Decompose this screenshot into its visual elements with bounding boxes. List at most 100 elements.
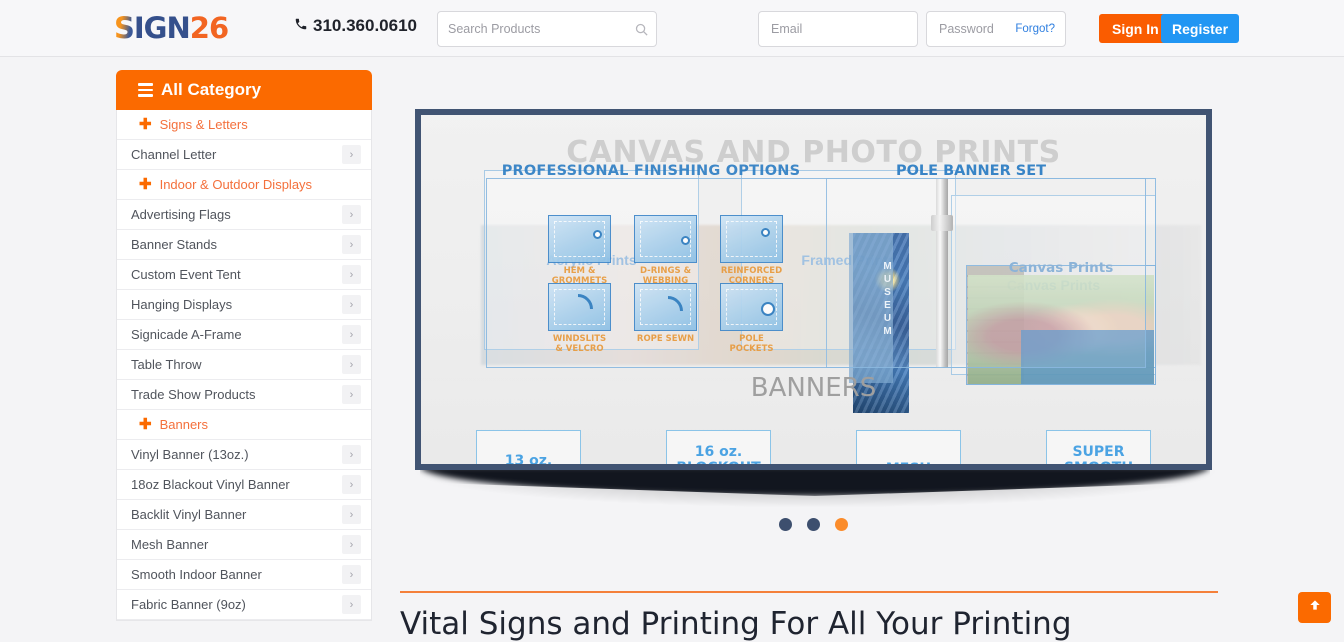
sidebar-item-mesh-banner[interactable]: Mesh Banner ›	[117, 530, 371, 560]
phone-icon	[294, 16, 308, 36]
chevron-right-icon[interactable]: ›	[342, 205, 361, 224]
sidebar-item-label: Channel Letter	[131, 147, 217, 162]
logo-letters-ign: IGN	[133, 11, 191, 45]
carousel-dot-2[interactable]	[807, 518, 820, 531]
scroll-to-top-button[interactable]	[1298, 592, 1331, 623]
sidebar-item-label: Smooth Indoor Banner	[131, 567, 262, 582]
logo-letter-s: S	[114, 11, 135, 45]
sidebar-item-label: Banner Stands	[131, 237, 218, 252]
search-box[interactable]	[437, 11, 657, 47]
pole-pockets-label: POLE POCKETS	[729, 334, 774, 354]
sidebar-item-banners[interactable]: ✚ Banners	[117, 410, 371, 440]
sidebar-item-vinyl-banner-13oz[interactable]: Vinyl Banner (13oz.) ›	[117, 440, 371, 470]
finishing-drings-webbing[interactable]: D-RINGS & WEBBING	[634, 215, 697, 286]
sidebar-item-label: Custom Event Tent	[131, 267, 241, 282]
arrow-up-icon	[1308, 598, 1322, 617]
hero-carousel[interactable]: CANVAS AND PHOTO PRINTS Acrylic Prints F…	[415, 109, 1212, 470]
sidebar-item-18oz-blackout-vinyl-banner[interactable]: 18oz Blackout Vinyl Banner ›	[117, 470, 371, 500]
finishing-hem-grommets[interactable]: HEM & GROMMETS	[548, 215, 611, 286]
phone-number-text: 310.360.0610	[313, 16, 417, 35]
search-icon[interactable]	[626, 22, 656, 37]
search-input[interactable]	[438, 22, 626, 36]
site-logo[interactable]: SIGN26	[114, 11, 229, 45]
sidebar-item-label: Vinyl Banner (13oz.)	[131, 447, 249, 462]
section-divider	[400, 591, 1218, 593]
plus-icon: ✚	[139, 116, 152, 133]
sidebar-item-table-throw[interactable]: Table Throw ›	[117, 350, 371, 380]
reinforced-corners-icon	[720, 215, 783, 263]
sidebar-item-backlit-vinyl-banner[interactable]: Backlit Vinyl Banner ›	[117, 500, 371, 530]
carousel-dot-3[interactable]	[835, 518, 848, 531]
password-field[interactable]	[927, 22, 1016, 36]
sidebar-item-label: Advertising Flags	[131, 207, 231, 222]
all-category-header[interactable]: All Category	[116, 70, 372, 110]
chevron-right-icon[interactable]: ›	[342, 595, 361, 614]
chevron-right-icon[interactable]: ›	[342, 295, 361, 314]
plus-icon: ✚	[139, 416, 152, 433]
sidebar-item-fabric-banner-9oz[interactable]: Fabric Banner (9oz) ›	[117, 590, 371, 620]
sidebar-item-label: Signicade A-Frame	[131, 327, 242, 342]
chevron-right-icon[interactable]: ›	[342, 265, 361, 284]
banner-box-16oz-blackout[interactable]: 16 oz. BLOCKOUT	[666, 430, 771, 464]
email-box[interactable]	[758, 11, 918, 47]
sidebar-item-label: Table Throw	[131, 357, 202, 372]
windslits-velcro-label: WINDSLITS & VELCRO	[552, 334, 607, 354]
page-title: Vital Signs and Printing For All Your Pr…	[400, 606, 1072, 642]
site-header: SIGN26 310.360.0610 Forgot? Sign In Regi…	[0, 0, 1344, 57]
hero-carousel-wrapper: CANVAS AND PHOTO PRINTS Acrylic Prints F…	[415, 109, 1212, 470]
sidebar-item-label: Mesh Banner	[131, 537, 209, 552]
hem-grommets-icon	[548, 215, 611, 263]
carousel-dot-1[interactable]	[779, 518, 792, 531]
sidebar-item-advertising-flags[interactable]: Advertising Flags ›	[117, 200, 371, 230]
finishing-reinforced-corners[interactable]: REINFORCED CORNERS	[720, 215, 783, 286]
register-button[interactable]: Register	[1161, 14, 1240, 43]
sidebar-item-indoor-outdoor-displays[interactable]: ✚ Indoor & Outdoor Displays	[117, 170, 371, 200]
banner-box-super-smooth[interactable]: SUPER SMOOTH	[1046, 430, 1151, 464]
slide-professional-finishing: PROFESSIONAL FINISHING OPTIONS HEM & GRO…	[421, 115, 1206, 464]
sidebar-item-custom-event-tent[interactable]: Custom Event Tent ›	[117, 260, 371, 290]
sidebar-item-trade-show-products[interactable]: Trade Show Products ›	[117, 380, 371, 410]
forgot-password-link[interactable]: Forgot?	[1015, 23, 1065, 35]
drings-webbing-icon	[634, 215, 697, 263]
chevron-right-icon[interactable]: ›	[342, 145, 361, 164]
hamburger-icon	[138, 83, 153, 97]
sidebar-item-label: Trade Show Products	[131, 387, 256, 402]
sidebar-item-label: Backlit Vinyl Banner	[131, 507, 247, 522]
sidebar-item-signs-letters[interactable]: ✚ Signs & Letters	[117, 110, 371, 140]
email-field[interactable]	[759, 22, 917, 36]
banners-heading: BANNERS	[750, 373, 877, 403]
logo-number-26: 26	[189, 11, 229, 45]
windslits-velcro-icon	[548, 283, 611, 331]
finishing-rope-sewn[interactable]: ROPE SEWN	[634, 283, 697, 344]
chevron-right-icon[interactable]: ›	[342, 385, 361, 404]
all-category-label: All Category	[161, 80, 262, 99]
chevron-right-icon[interactable]: ›	[342, 565, 361, 584]
category-sidebar: All Category ✚ Signs & Letters Channel Let…	[116, 70, 372, 621]
finishing-options-title: PROFESSIONAL FINISHING OPTIONS	[501, 163, 801, 179]
sidebar-item-smooth-indoor-banner[interactable]: Smooth Indoor Banner ›	[117, 560, 371, 590]
sidebar-item-hanging-displays[interactable]: Hanging Displays ›	[117, 290, 371, 320]
sidebar-item-label: 18oz Blackout Vinyl Banner	[131, 477, 290, 492]
banner-box-13oz[interactable]: 13 oz.	[476, 430, 581, 464]
rope-sewn-icon	[634, 283, 697, 331]
sidebar-item-signicade-a-frame[interactable]: Signicade A-Frame ›	[117, 320, 371, 350]
sidebar-item-channel-letter[interactable]: Channel Letter ›	[117, 140, 371, 170]
chevron-right-icon[interactable]: ›	[342, 235, 361, 254]
finishing-pole-pockets[interactable]: POLE POCKETS	[720, 283, 783, 354]
chevron-right-icon[interactable]: ›	[342, 505, 361, 524]
sidebar-item-label: Banners	[159, 417, 208, 432]
sidebar-item-banner-stands[interactable]: Banner Stands ›	[117, 230, 371, 260]
password-box[interactable]: Forgot?	[926, 11, 1066, 47]
chevron-right-icon[interactable]: ›	[342, 325, 361, 344]
phone-number[interactable]: 310.360.0610	[294, 16, 417, 36]
finishing-windslits-velcro[interactable]: WINDSLITS & VELCRO	[548, 283, 611, 354]
chevron-right-icon[interactable]: ›	[342, 445, 361, 464]
chevron-right-icon[interactable]: ›	[342, 475, 361, 494]
chevron-right-icon[interactable]: ›	[342, 355, 361, 374]
banner-box-mesh[interactable]: MESH	[856, 430, 961, 464]
chevron-right-icon[interactable]: ›	[342, 535, 361, 554]
pole-pockets-icon	[720, 283, 783, 331]
rope-sewn-label: ROPE SEWN	[636, 334, 695, 344]
sidebar-item-label: Fabric Banner (9oz)	[131, 597, 246, 612]
plus-icon: ✚	[139, 176, 152, 193]
